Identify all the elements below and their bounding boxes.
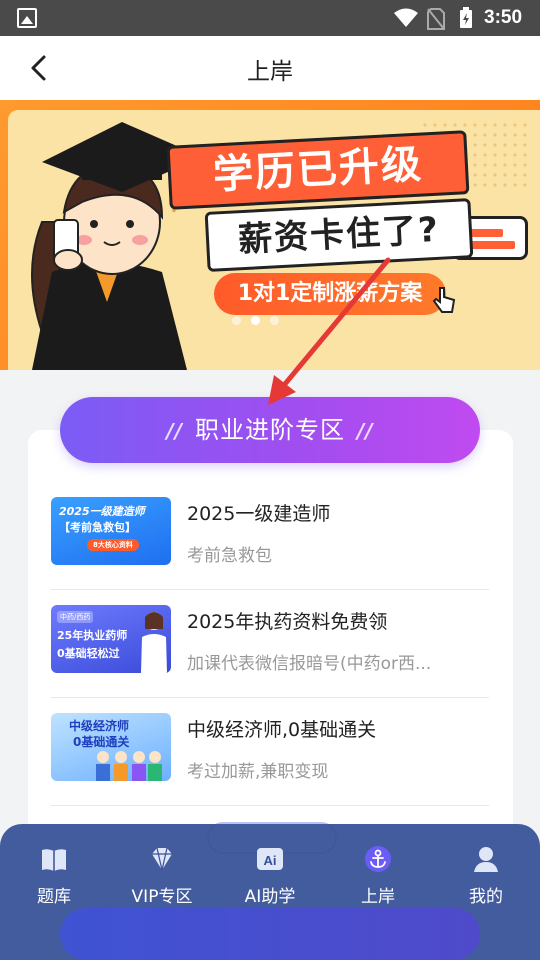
zone-left-mark: // bbox=[166, 419, 183, 443]
nav-label: VIP专区 bbox=[131, 887, 193, 907]
item-thumbnail: 中药/西药 25年执业药师 0基础轻松过 bbox=[51, 605, 171, 673]
item-title: 中级经济师,0基础通关 bbox=[187, 719, 377, 741]
nav-tab-ai[interactable]: Ai AI助学 bbox=[220, 844, 320, 907]
nav-tab-mine[interactable]: 我的 bbox=[436, 844, 536, 907]
nav-tab-question-bank[interactable]: 题库 bbox=[4, 844, 104, 907]
no-sim-icon bbox=[427, 8, 445, 30]
banner-subtitle-pill: 1对1定制涨薪方案 bbox=[214, 273, 446, 315]
top-app-bar: 上岸 bbox=[0, 36, 540, 100]
list-item[interactable]: 中药/西药 25年执业药师 0基础轻松过 2025年执药资料免费领 加课代表微信… bbox=[51, 605, 489, 713]
wifi-icon bbox=[394, 8, 418, 27]
image-notification-icon bbox=[17, 8, 37, 28]
carousel-dot-active bbox=[251, 316, 260, 325]
item-title: 2025一级建造师 bbox=[187, 503, 331, 525]
people-illustration bbox=[96, 751, 162, 781]
bottom-cta-button[interactable] bbox=[60, 908, 480, 960]
thumb-line-2: 0基础通关 bbox=[73, 735, 130, 749]
carousel-dot bbox=[232, 316, 241, 325]
thumb-line-3: 8大核心资料 bbox=[87, 539, 139, 551]
divider bbox=[51, 589, 489, 590]
zone-right-mark: // bbox=[357, 419, 374, 443]
item-subtitle: 考过加薪,兼职变现 bbox=[187, 762, 329, 782]
thumb-line-1: 25年执业药师 bbox=[57, 629, 128, 642]
status-time: 3:50 bbox=[484, 7, 523, 28]
battery-charging-icon bbox=[460, 7, 472, 28]
nav-label: 题库 bbox=[37, 887, 71, 907]
item-thumbnail: 2025一级建造师 【考前急救包】 8大核心资料 bbox=[51, 497, 171, 565]
list-item[interactable]: 2025一级建造师 【考前急救包】 8大核心资料 2025一级建造师 考前急救包 bbox=[51, 497, 489, 605]
graduate-girl-illustration bbox=[31, 122, 202, 370]
divider bbox=[51, 805, 489, 806]
pointer-hand-icon bbox=[432, 287, 456, 313]
anchor-icon bbox=[365, 846, 391, 872]
item-title: 2025年执药资料免费领 bbox=[187, 611, 388, 633]
nav-label: 上岸 bbox=[361, 887, 395, 907]
thumb-line-2: 0基础轻松过 bbox=[57, 647, 120, 660]
nav-tab-vip[interactable]: VIP专区 bbox=[112, 844, 212, 907]
nav-label: 我的 bbox=[469, 887, 503, 907]
user-icon bbox=[474, 847, 498, 872]
carousel-indicator bbox=[232, 316, 279, 325]
item-subtitle: 加课代表微信报暗号(中药or西... bbox=[187, 654, 432, 674]
svg-text:Ai: Ai bbox=[264, 853, 277, 868]
status-bar: 3:50 bbox=[0, 0, 540, 36]
thumb-line-1: 2025一级建造师 bbox=[59, 505, 145, 518]
ai-icon: Ai bbox=[257, 848, 283, 870]
page-title: 上岸 bbox=[247, 59, 293, 85]
item-subtitle: 考前急救包 bbox=[187, 546, 272, 566]
nav-tab-shangan[interactable]: 上岸 bbox=[328, 844, 428, 907]
career-zone-header: // 职业进阶专区 // bbox=[60, 397, 480, 463]
book-icon bbox=[42, 849, 66, 871]
pharmacist-illustration bbox=[141, 612, 167, 673]
item-thumbnail: 中级经济师 0基础通关 bbox=[51, 713, 171, 781]
list-item[interactable]: 中级经济师 0基础通关 中级经济师,0基础通关 考过加薪,兼职变现 bbox=[51, 713, 489, 821]
nav-label: AI助学 bbox=[244, 887, 296, 907]
thumb-line-1: 中级经济师 bbox=[69, 719, 130, 733]
thumb-tag: 中药/西药 bbox=[57, 611, 94, 623]
carousel-dot bbox=[270, 316, 279, 325]
thumb-line-2: 【考前急救包】 bbox=[59, 521, 136, 534]
zone-title: 职业进阶专区 bbox=[195, 416, 345, 444]
promo-banner[interactable]: 学历已升级 薪资卡住了? 1对1定制涨薪方案 bbox=[0, 100, 540, 370]
divider bbox=[51, 697, 489, 698]
diamond-icon bbox=[152, 847, 172, 871]
